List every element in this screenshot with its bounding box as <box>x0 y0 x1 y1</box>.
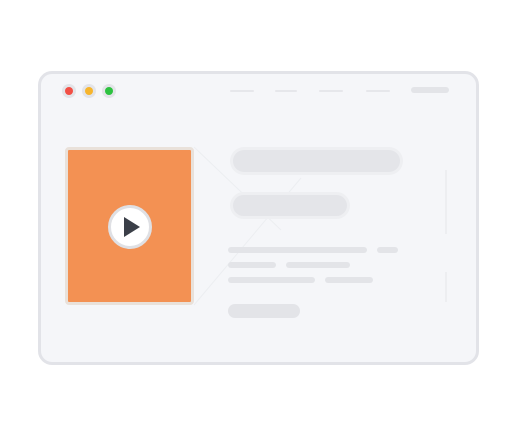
illustration-canvas <box>0 0 520 440</box>
video-thumbnail[interactable] <box>65 147 194 305</box>
scroll-track-placeholder <box>445 170 447 234</box>
title-placeholder <box>233 150 400 172</box>
text-line-placeholder <box>325 277 373 283</box>
subtitle-placeholder <box>233 195 347 216</box>
text-line-placeholder <box>228 277 315 283</box>
text-line-placeholder <box>286 262 350 268</box>
action-button-placeholder[interactable] <box>228 304 300 318</box>
scroll-track-placeholder <box>445 272 447 302</box>
text-line-placeholder <box>377 247 398 253</box>
play-button[interactable] <box>108 205 152 249</box>
play-icon <box>124 217 140 237</box>
text-line-placeholder <box>228 247 367 253</box>
browser-window <box>38 71 479 365</box>
text-line-placeholder <box>228 262 276 268</box>
